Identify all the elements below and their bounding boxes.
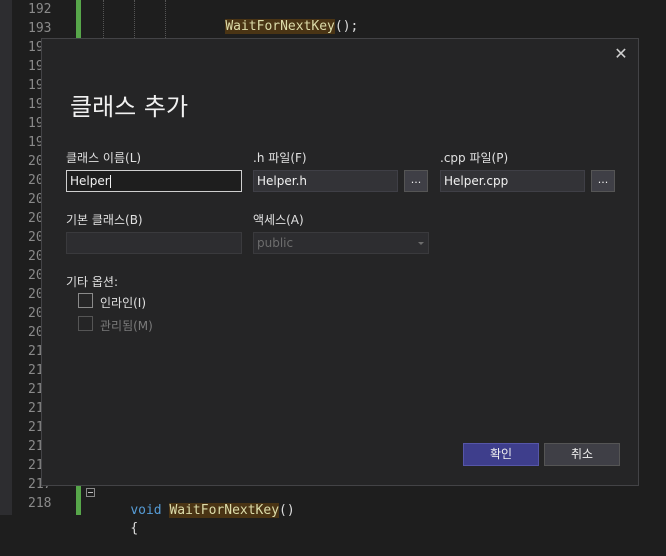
- line-number: 192: [28, 2, 52, 17]
- h-file-input[interactable]: Helper.h: [253, 170, 398, 192]
- editor-margin: [0, 0, 12, 515]
- cpp-file-label: .cpp 파일(P): [440, 151, 509, 165]
- managed-checkbox-label[interactable]: 관리됨(M): [100, 317, 153, 334]
- class-name-label: 클래스 이름(L): [66, 151, 142, 165]
- base-class-label: 기본 클래스(B): [66, 213, 143, 227]
- cpp-file-browse-button[interactable]: ...: [591, 170, 615, 192]
- code-line-218[interactable]: {: [99, 502, 138, 556]
- close-icon[interactable]: ✕: [612, 45, 630, 63]
- add-class-dialog: ✕ 클래스 추가 클래스 이름(L) Helper .h 파일(F) Helpe…: [41, 38, 639, 486]
- base-class-input[interactable]: [66, 232, 242, 254]
- dialog-title: 클래스 추가: [70, 93, 189, 121]
- access-select[interactable]: public: [253, 232, 429, 254]
- other-options-label: 기타 옵션:: [66, 275, 119, 289]
- collapse-toggle-icon[interactable]: [86, 488, 95, 497]
- chevron-down-icon: [418, 242, 424, 245]
- inline-checkbox[interactable]: [78, 293, 93, 308]
- line-number: 218: [28, 496, 52, 511]
- function-name: WaitForNextKey: [169, 503, 280, 518]
- change-indicator-bar: [76, 0, 81, 38]
- h-file-browse-button[interactable]: ...: [404, 170, 428, 192]
- managed-checkbox[interactable]: [78, 316, 93, 331]
- indent-guide: [165, 0, 166, 38]
- cancel-button[interactable]: 취소: [544, 443, 620, 466]
- indent-guide: [134, 0, 135, 38]
- cpp-file-input[interactable]: Helper.cpp: [440, 170, 585, 192]
- ok-button[interactable]: 확인: [463, 443, 539, 466]
- text-cursor: [109, 175, 111, 188]
- indent-guide: [103, 0, 104, 38]
- inline-checkbox-label[interactable]: 인라인(I): [100, 294, 146, 311]
- line-number: 193: [28, 21, 52, 36]
- h-file-label: .h 파일(F): [253, 151, 307, 165]
- change-indicator-bar: [76, 486, 81, 515]
- class-name-input[interactable]: Helper: [66, 170, 242, 192]
- access-label: 액세스(A): [253, 213, 304, 227]
